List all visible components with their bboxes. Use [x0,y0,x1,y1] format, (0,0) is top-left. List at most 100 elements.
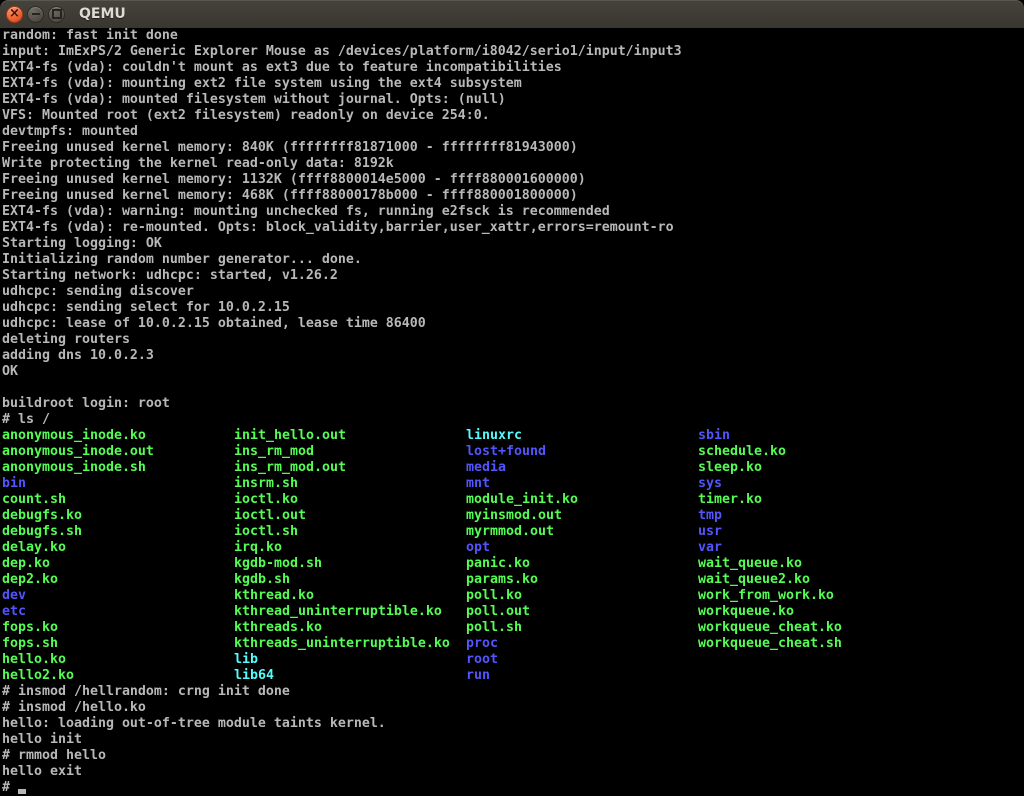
minimize-icon [32,13,40,15]
ls-entry-file: kgdb.sh [234,572,466,588]
ls-entry-file: fops.sh [2,636,234,652]
ls-entry-symlink: linuxrc [466,428,698,444]
close-icon: × [9,7,20,20]
ls-entry-dir: var [698,540,722,556]
ls-entry-symlink: lib [234,652,466,668]
ls-entry-dir: mnt [466,476,698,492]
ls-entry-file: myrmmod.out [466,524,698,540]
ls-row: devkthread.kopoll.kowork_from_work.ko [2,588,1024,604]
ls-entry-dir: bin [2,476,234,492]
ls-entry-dir: sbin [698,428,730,444]
ls-entry-dir: lost+found [466,444,698,460]
titlebar[interactable]: × QEMU [0,0,1024,29]
ls-entry-file: params.ko [466,572,698,588]
terminal-line: Initializing random number generator... … [2,252,1024,268]
ls-row: anonymous_inode.koinit_hello.outlinuxrcs… [2,428,1024,444]
ls-entry-file: ioctl.out [234,508,466,524]
ls-row: dep2.kokgdb.shparams.kowait_queue2.ko [2,572,1024,588]
ls-entry-file: dep2.ko [2,572,234,588]
ls-entry-file: kthreads_uninterruptible.ko [234,636,466,652]
ls-entry-dir: media [466,460,698,476]
ls-entry-file: myinsmod.out [466,508,698,524]
terminal-line: random: fast init done [2,28,1024,44]
terminal-line: # insmod /hello.ko [2,700,1024,716]
ls-row: fops.kokthreads.kopoll.shworkqueue_cheat… [2,620,1024,636]
ls-row: hello.kolibroot [2,652,1024,668]
maximize-icon [52,9,62,19]
ls-entry-file: ioctl.sh [234,524,466,540]
ls-entry-file: hello.ko [2,652,234,668]
ls-entry-file: timer.ko [698,492,762,508]
ls-row: anonymous_inode.outins_rm_modlost+founds… [2,444,1024,460]
ls-entry-symlink: lib64 [234,668,466,684]
ls-entry-file: poll.sh [466,620,698,636]
ls-entry-dir: dev [2,588,234,604]
ls-entry-dir: run [466,668,490,684]
terminal-line: EXT4-fs (vda): couldn't mount as ext3 du… [2,60,1024,76]
ls-entry-file: kthread_uninterruptible.ko [234,604,466,620]
terminal-cursor [18,789,26,794]
shell-prompt: # [2,780,18,795]
ls-row: delay.koirq.kooptvar [2,540,1024,556]
terminal-line: Freeing unused kernel memory: 468K (ffff… [2,188,1024,204]
ls-entry-file: fops.ko [2,620,234,636]
terminal-line: VFS: Mounted root (ext2 filesystem) read… [2,108,1024,124]
ls-entry-file: wait_queue.ko [698,556,802,572]
ls-entry-dir: usr [698,524,722,540]
maximize-button[interactable] [48,6,65,23]
ls-entry-file: insrm.sh [234,476,466,492]
ls-entry-file: schedule.ko [698,444,786,460]
ls-entry-file: workqueue_cheat.sh [698,636,842,652]
ls-entry-file: init_hello.out [234,428,466,444]
ls-entry-dir: etc [2,604,234,620]
terminal-line: OK [2,364,1024,380]
terminal-line: # ls / [2,412,1024,428]
ls-entry-file: kthreads.ko [234,620,466,636]
terminal-line: hello: loading out-of-tree module taints… [2,716,1024,732]
terminal-line: adding dns 10.0.2.3 [2,348,1024,364]
ls-entry-file: count.sh [2,492,234,508]
ls-entry-dir: root [466,652,498,668]
terminal-line: # [2,780,1024,796]
ls-entry-file: debugfs.ko [2,508,234,524]
ls-row: etckthread_uninterruptible.kopoll.outwor… [2,604,1024,620]
ls-row: dep.kokgdb-mod.shpanic.kowait_queue.ko [2,556,1024,572]
ls-entry-file: hello2.ko [2,668,234,684]
ls-entry-dir: sys [698,476,722,492]
qemu-window: × QEMU random: fast init doneinput: ImEx… [0,0,1024,796]
terminal-line: buildroot login: root [2,396,1024,412]
ls-entry-file: debugfs.sh [2,524,234,540]
terminal-line: Freeing unused kernel memory: 840K (ffff… [2,140,1024,156]
terminal-line: EXT4-fs (vda): mounted filesystem withou… [2,92,1024,108]
ls-entry-file: workqueue_cheat.ko [698,620,842,636]
ls-row: bininsrm.shmntsys [2,476,1024,492]
ls-entry-file: poll.out [466,604,698,620]
close-button[interactable]: × [6,6,23,23]
terminal-line: Starting logging: OK [2,236,1024,252]
minimize-button[interactable] [27,6,44,23]
terminal-line: Freeing unused kernel memory: 1132K (fff… [2,172,1024,188]
ls-entry-file: kgdb-mod.sh [234,556,466,572]
terminal-line: # rmmod hello [2,748,1024,764]
ls-entry-file: dep.ko [2,556,234,572]
ls-entry-file: anonymous_inode.ko [2,428,234,444]
window-title: QEMU [79,6,126,22]
terminal-line: udhcpc: sending discover [2,284,1024,300]
terminal-line [2,380,1024,396]
ls-entry-file: work_from_work.ko [698,588,834,604]
terminal-line: devtmpfs: mounted [2,124,1024,140]
ls-entry-dir: proc [466,636,698,652]
ls-row: count.shioctl.komodule_init.kotimer.ko [2,492,1024,508]
ls-entry-file: ins_rm_mod [234,444,466,460]
ls-entry-file: kthread.ko [234,588,466,604]
terminal-line: Write protecting the kernel read-only da… [2,156,1024,172]
ls-entry-file: module_init.ko [466,492,698,508]
ls-entry-file: workqueue.ko [698,604,794,620]
ls-entry-file: delay.ko [2,540,234,556]
ls-row: debugfs.koioctl.outmyinsmod.outtmp [2,508,1024,524]
terminal-line: EXT4-fs (vda): mounting ext2 file system… [2,76,1024,92]
terminal-output[interactable]: random: fast init doneinput: ImExPS/2 Ge… [0,28,1024,796]
ls-entry-dir: opt [466,540,698,556]
terminal-line: udhcpc: lease of 10.0.2.15 obtained, lea… [2,316,1024,332]
ls-entry-file: ioctl.ko [234,492,466,508]
